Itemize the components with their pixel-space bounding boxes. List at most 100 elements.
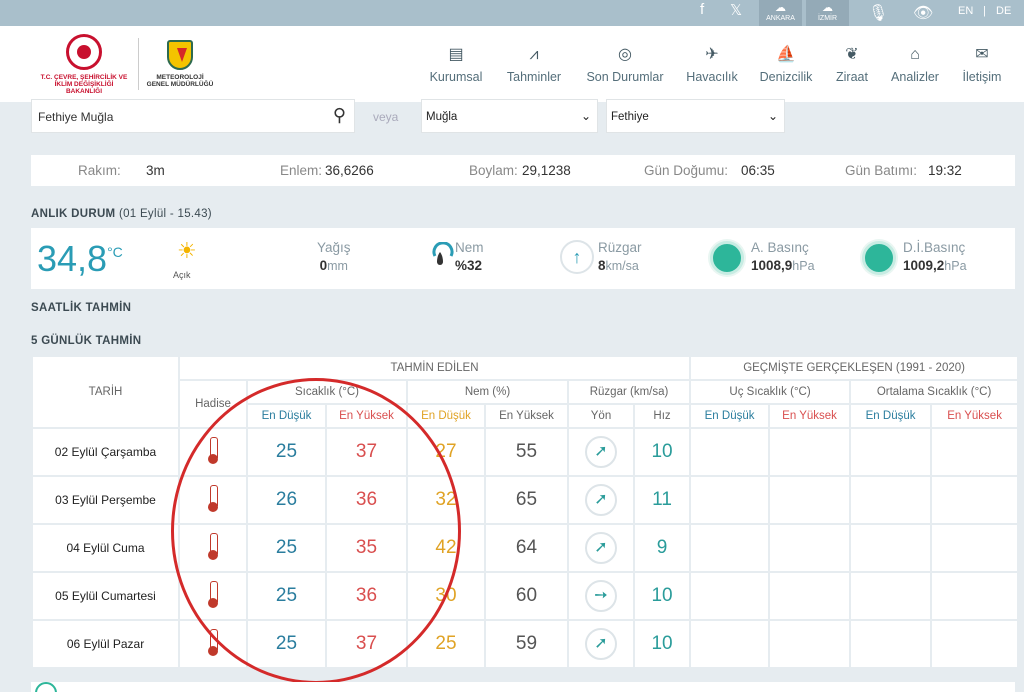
- event-cell: [180, 429, 246, 475]
- altitude-label: Rakım:: [78, 163, 121, 178]
- temp-header: Sıcaklık (°C): [248, 381, 406, 403]
- x-twitter-icon[interactable]: 𝕏: [730, 1, 742, 19]
- history-cell: [851, 477, 931, 523]
- district-select[interactable]: Fethiye ⌄: [606, 99, 785, 133]
- temp-high: 36: [327, 573, 406, 619]
- nav-tahminler[interactable]: ⩘ Tahminler: [505, 46, 563, 86]
- wind-dir-cell: ➙: [569, 573, 633, 619]
- avg-temp-header: Ortalama Sıcaklık (°C): [851, 381, 1018, 403]
- lang-en[interactable]: EN: [958, 5, 973, 17]
- wind-block: Rüzgar 8km/sa: [598, 240, 642, 273]
- event-cell: [180, 477, 246, 523]
- nav-ziraat[interactable]: ❦ Ziraat: [834, 46, 870, 86]
- or-label: veya: [373, 110, 399, 124]
- history-cell: [932, 573, 1018, 619]
- history-cell: [770, 573, 850, 619]
- chart-icon: ⩘: [529, 46, 539, 63]
- history-cell: [770, 525, 850, 571]
- wind-arrow-icon: ➚: [585, 484, 617, 516]
- table-row: 04 Eylül Cuma 25 35 42 64 ➚ 9: [33, 525, 1018, 571]
- nav-denizcilik[interactable]: ⛵ Denizcilik: [758, 46, 814, 86]
- avg-low-header: En Düşük: [851, 405, 931, 427]
- weather-icon: ☁: [822, 2, 833, 14]
- location-info-bar: Rakım: 3m Enlem: 36,6266 Boylam: 29,1238…: [31, 155, 1015, 186]
- event-header: Hadise: [180, 381, 246, 427]
- humidity-high-header: En Yüksek: [486, 405, 567, 427]
- check-circle-icon: ◎: [618, 46, 632, 63]
- city-button-izmir[interactable]: ☁ İZMİR: [806, 0, 849, 26]
- five-day-forecast-title: 5 GÜNLÜK TAHMİN: [31, 335, 142, 347]
- history-header: GEÇMİŞTE GERÇEKLEŞEN (1991 - 2020): [691, 357, 1018, 379]
- avg-high-header: En Yüksek: [932, 405, 1018, 427]
- date-header: TARİH: [33, 357, 178, 427]
- wind-speed: 11: [635, 477, 690, 523]
- leaf-icon: ❦: [845, 46, 859, 63]
- facebook-icon[interactable]: f: [700, 1, 704, 18]
- lang-de[interactable]: DE: [996, 5, 1011, 17]
- mail-icon: ✉: [975, 46, 989, 63]
- wind-speed: 10: [635, 573, 690, 619]
- current-conditions-panel: 34,8°C ☀ Açık Yağış 0mm Nem %32 ↑ Rüzgar…: [31, 228, 1015, 289]
- row-date: 04 Eylül Cuma: [33, 525, 178, 571]
- pressure-block: A. Basınç 1008,9hPa: [751, 240, 815, 273]
- extreme-temp-header: Uç Sıcaklık (°C): [691, 381, 850, 403]
- forecast-table: TARİH TAHMİN EDİLEN GEÇMİŞTE GERÇEKLEŞEN…: [31, 355, 1019, 669]
- history-cell: [932, 429, 1018, 475]
- top-bar: f 𝕏 ☁ ANKARA ☁ İZMİR 🎙 👁 EN | DE: [0, 0, 1024, 26]
- sunset-value: 19:32: [928, 163, 962, 178]
- analysis-icon: ⌂: [910, 46, 920, 63]
- hourly-forecast-title[interactable]: SAATLİK TAHMİN: [31, 302, 131, 314]
- humidity-high: 64: [486, 525, 567, 571]
- history-cell: [932, 621, 1018, 667]
- nav-analizler[interactable]: ⌂ Analizler: [890, 46, 940, 86]
- wind-arrow-icon: ➙: [585, 580, 617, 612]
- sail-icon: ⛵: [776, 46, 796, 63]
- wind-speed-header: Hız: [635, 405, 690, 427]
- nav-iletisim[interactable]: ✉ İletişim: [960, 46, 1004, 86]
- chevron-down-icon: ⌄: [580, 109, 591, 123]
- row-date: 06 Eylül Pazar: [33, 621, 178, 667]
- history-cell: [770, 477, 850, 523]
- search-icon[interactable]: ⚲: [333, 105, 346, 126]
- temp-high: 36: [327, 477, 406, 523]
- sea-pressure-block: D.İ.Basınç 1009,2hPa: [903, 240, 967, 273]
- precipitation-block: Yağış 0mm: [317, 240, 351, 273]
- humidity-block: Nem %32: [455, 240, 484, 273]
- humidity-high: 65: [486, 477, 567, 523]
- ministry-logo[interactable]: T.C. ÇEVRE, ŞEHİRCİLİK VE İKLİM DEĞİŞİKL…: [38, 34, 130, 95]
- mgm-logo[interactable]: METEOROLOJİ GENEL MÜDÜRLÜĞÜ: [146, 40, 214, 88]
- city-button-ankara[interactable]: ☁ ANKARA: [759, 0, 802, 26]
- history-cell: [770, 429, 850, 475]
- wind-speed: 10: [635, 621, 690, 667]
- latitude-value: 36,6266: [325, 163, 374, 178]
- thermometer-icon: [208, 580, 218, 609]
- thermometer-icon: [208, 484, 218, 513]
- history-cell: [691, 477, 769, 523]
- microphone-icon[interactable]: 🎙: [868, 3, 888, 23]
- temp-low: 25: [248, 525, 325, 571]
- wind-dir-header: Yön: [569, 405, 633, 427]
- logo-divider: [138, 38, 139, 90]
- humidity-low: 27: [408, 429, 484, 475]
- nav-havacilik[interactable]: ✈ Havacılık: [686, 46, 738, 86]
- eye-icon[interactable]: 👁: [913, 3, 933, 23]
- temp-low: 25: [248, 429, 325, 475]
- humidity-high: 60: [486, 573, 567, 619]
- weather-icon: ☁: [775, 2, 786, 14]
- nav-kurumsal[interactable]: ▤ Kurumsal: [428, 46, 484, 86]
- province-select[interactable]: Muğla ⌄: [421, 99, 598, 133]
- humidity-gauge-icon: [432, 242, 454, 265]
- history-cell: [691, 429, 769, 475]
- event-cell: [180, 573, 246, 619]
- nav-son-durumlar[interactable]: ◎ Son Durumlar: [585, 46, 665, 86]
- sky-condition: Açık: [173, 270, 191, 280]
- table-row: 02 Eylül Çarşamba 25 37 27 55 ➚ 10: [33, 429, 1018, 475]
- humidity-low: 30: [408, 573, 484, 619]
- temp-high: 37: [327, 621, 406, 667]
- altitude-value: 3m: [146, 163, 165, 178]
- temp-high-header: En Yüksek: [327, 405, 406, 427]
- location-search-input[interactable]: Fethiye Muğla ⚲: [31, 99, 355, 133]
- ministry-seal-icon: [66, 34, 102, 70]
- temp-low: 25: [248, 573, 325, 619]
- longitude-label: Boylam:: [469, 163, 518, 178]
